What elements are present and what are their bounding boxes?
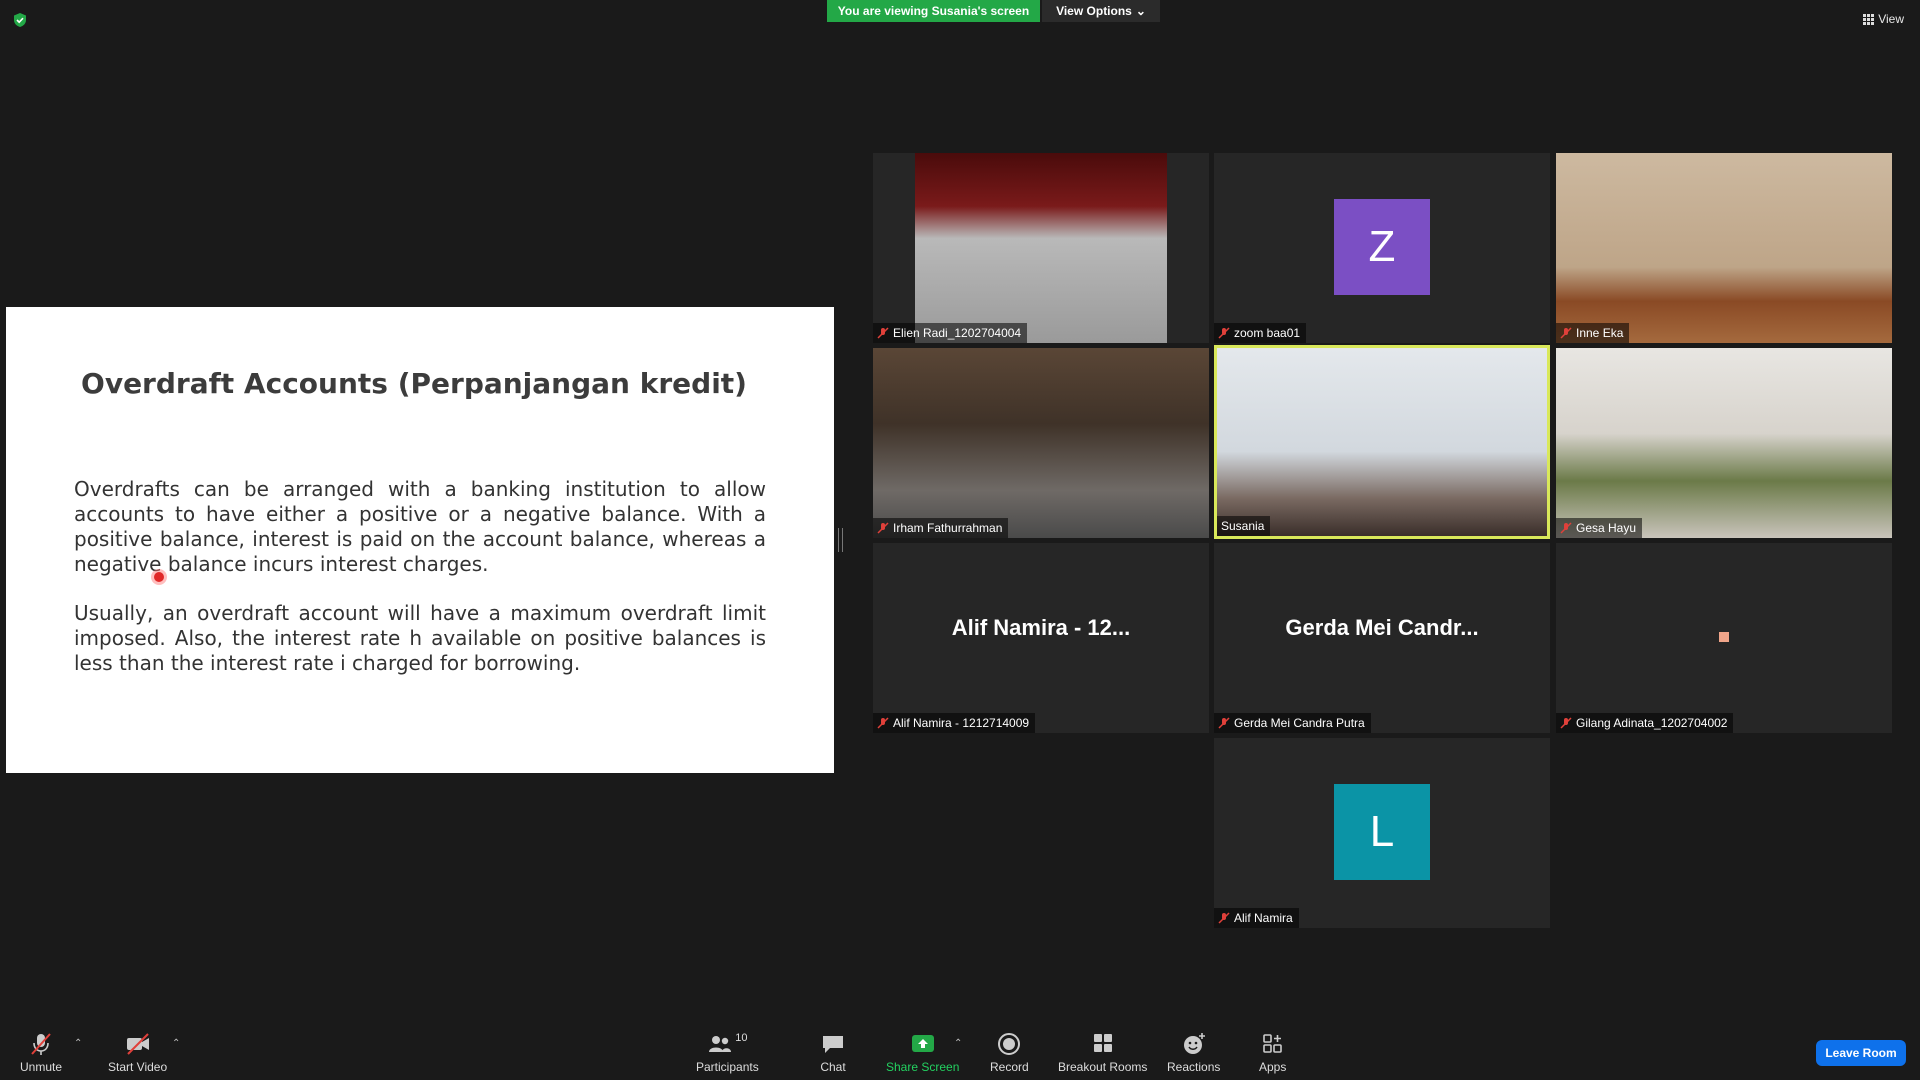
view-options-button[interactable]: View Options ⌄ <box>1042 0 1160 22</box>
video-tile[interactable]: Inne Eka <box>1556 153 1892 343</box>
avatar: Z <box>1334 199 1430 295</box>
apps-icon <box>1262 1034 1282 1053</box>
participant-name: Gesa Hayu <box>1576 521 1637 535</box>
video-off-icon <box>126 1033 149 1055</box>
participant-display-name: Gerda Mei Candr... <box>1285 615 1479 640</box>
reactions-label: Reactions <box>1167 1060 1221 1074</box>
participant-name: Susania <box>1221 519 1265 533</box>
remote-pointer <box>154 572 164 582</box>
video-tile[interactable]: Irham Fathurrahman <box>873 348 1209 538</box>
participant-label: Inne Eka <box>1556 323 1630 343</box>
view-options-label: View Options <box>1056 4 1132 18</box>
record-button[interactable]: Record <box>990 1032 1029 1074</box>
muted-mic-icon <box>877 522 889 534</box>
slide-paragraph: Overdrafts can be arranged with a bankin… <box>74 477 766 576</box>
chat-button[interactable]: Chat <box>820 1032 846 1074</box>
grid-icon <box>1863 13 1875 25</box>
chat-icon <box>823 1036 843 1053</box>
participant-label: Gilang Adinata_1202704002 <box>1556 713 1734 733</box>
muted-mic-icon <box>877 717 889 729</box>
participants-label: Participants <box>696 1060 759 1074</box>
participant-name: Alif Namira <box>1234 911 1293 925</box>
share-options-caret-icon[interactable]: ⌃ <box>954 1038 962 1049</box>
video-placeholder-marker <box>1719 632 1729 642</box>
split-view-handle[interactable] <box>838 528 843 552</box>
slide-paragraph: Usually, an overdraft account will have … <box>74 601 766 675</box>
video-feed <box>873 348 1209 538</box>
participant-label: Elien Radi_1202704004 <box>873 323 1028 343</box>
muted-mic-icon <box>1218 717 1230 729</box>
share-screen-label: Share Screen <box>886 1060 960 1074</box>
video-tile[interactable]: Elien Radi_1202704004 <box>873 153 1209 343</box>
video-feed <box>1556 153 1892 343</box>
leave-room-button[interactable]: Leave Room <box>1816 1040 1906 1066</box>
participant-label: Gesa Hayu <box>1556 518 1643 538</box>
view-button[interactable]: View <box>1863 12 1904 26</box>
muted-mic-icon <box>1560 327 1572 339</box>
unmute-label: Unmute <box>20 1060 63 1074</box>
video-tile[interactable]: Gerda Mei Candr... Gerda Mei Candra Putr… <box>1214 543 1550 733</box>
participant-name: Gerda Mei Candra Putra <box>1234 716 1365 730</box>
video-feed <box>1556 348 1892 538</box>
video-tile[interactable]: Gesa Hayu <box>1556 348 1892 538</box>
participant-label: Irham Fathurrahman <box>873 518 1009 538</box>
reactions-icon <box>1183 1033 1205 1054</box>
muted-mic-icon <box>877 327 889 339</box>
video-feed <box>915 153 1167 343</box>
encryption-shield-icon[interactable] <box>12 12 28 28</box>
participant-label: Gerda Mei Candra Putra <box>1214 713 1371 733</box>
apps-label: Apps <box>1259 1060 1287 1074</box>
muted-mic-icon <box>1560 522 1572 534</box>
view-label: View <box>1878 12 1904 26</box>
video-tile[interactable]: Gilang Adinata_1202704002 <box>1556 543 1892 733</box>
muted-mic-icon <box>1218 912 1230 924</box>
muted-mic-icon <box>1560 717 1572 729</box>
participant-label: Susania <box>1217 516 1271 536</box>
participant-name: Gilang Adinata_1202704002 <box>1576 716 1728 730</box>
audio-options-caret-icon[interactable]: ⌃ <box>74 1038 82 1049</box>
unmute-button[interactable]: Unmute <box>20 1032 62 1074</box>
meeting-toolbar: Unmute ⌃ Start Video ⌃ 10 Participants C… <box>0 1016 1920 1080</box>
reactions-button[interactable]: Reactions <box>1167 1032 1220 1074</box>
breakout-rooms-icon <box>1093 1034 1112 1052</box>
participant-name: Irham Fathurrahman <box>893 521 1003 535</box>
breakout-rooms-label: Breakout Rooms <box>1058 1060 1148 1074</box>
participants-icon <box>709 1036 732 1052</box>
participant-label: Alif Namira - 1212714009 <box>873 713 1036 733</box>
participants-count: 10 <box>735 1032 748 1044</box>
muted-mic-icon <box>1218 327 1230 339</box>
video-tile[interactable]: L Alif Namira <box>1214 738 1550 928</box>
share-screen-icon <box>911 1035 934 1052</box>
muted-mic-icon <box>31 1033 51 1055</box>
participants-button[interactable]: 10 Participants <box>696 1032 759 1074</box>
viewing-screen-banner: You are viewing Susania's screen <box>827 0 1040 22</box>
chat-label: Chat <box>820 1060 846 1074</box>
video-tile[interactable]: Z zoom baa01 <box>1214 153 1550 343</box>
participant-name: Alif Namira - 1212714009 <box>893 716 1030 730</box>
start-video-label: Start Video <box>108 1060 168 1074</box>
record-icon <box>998 1033 1021 1055</box>
video-options-caret-icon[interactable]: ⌃ <box>172 1038 180 1049</box>
breakout-rooms-button[interactable]: Breakout Rooms <box>1058 1032 1147 1074</box>
apps-button[interactable]: Apps <box>1259 1032 1286 1074</box>
video-feed <box>1217 348 1547 536</box>
participant-label: zoom baa01 <box>1214 323 1307 343</box>
participant-name: zoom baa01 <box>1234 326 1301 340</box>
shared-screen-slide: Overdraft Accounts (Perpanjangan kredit)… <box>6 307 834 773</box>
start-video-button[interactable]: Start Video <box>108 1032 167 1074</box>
video-tile[interactable]: Alif Namira - 12... Alif Namira - 121271… <box>873 543 1209 733</box>
participant-display-name: Alif Namira - 12... <box>951 615 1131 640</box>
participant-name: Inne Eka <box>1576 326 1624 340</box>
participant-name: Elien Radi_1202704004 <box>893 326 1022 340</box>
slide-title: Overdraft Accounts (Perpanjangan kredit) <box>81 367 747 400</box>
avatar: L <box>1334 784 1430 880</box>
chevron-down-icon: ⌄ <box>1135 4 1146 18</box>
record-label: Record <box>990 1060 1029 1074</box>
video-tile-active-speaker[interactable]: Susania <box>1214 345 1550 539</box>
share-screen-button[interactable]: Share Screen <box>886 1032 959 1074</box>
participant-label: Alif Namira <box>1214 908 1299 928</box>
